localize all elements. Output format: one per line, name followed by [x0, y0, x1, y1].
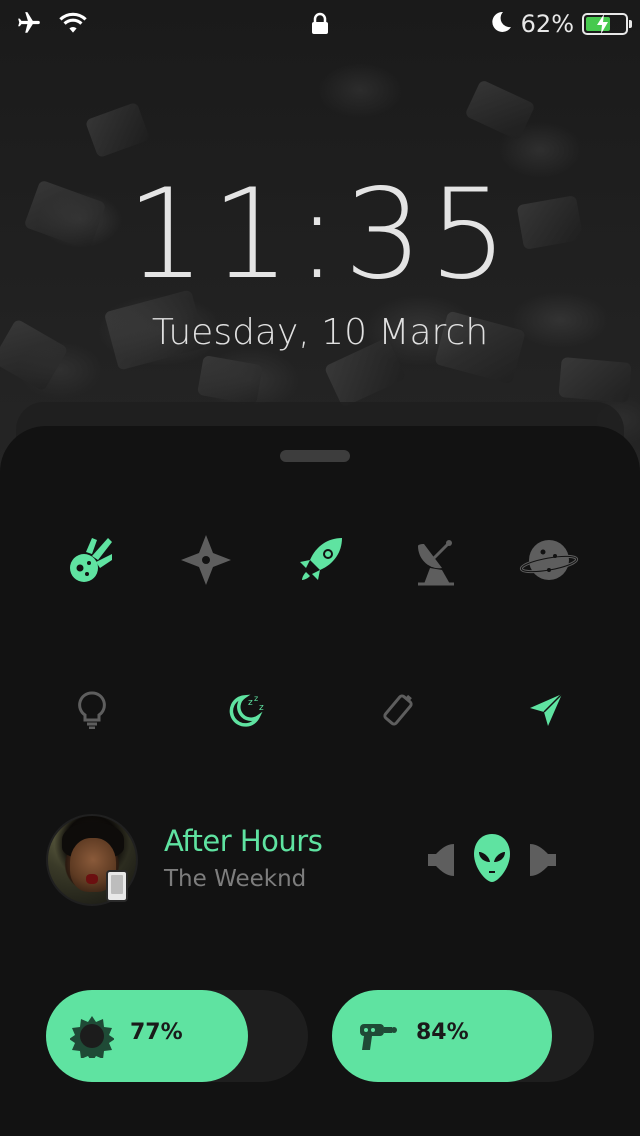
next-icon[interactable]	[528, 840, 560, 884]
previous-icon[interactable]	[424, 840, 456, 884]
battery-tilted-icon[interactable]	[376, 688, 420, 732]
satellite-dish-icon[interactable]	[406, 530, 466, 590]
rocket-icon[interactable]	[292, 530, 352, 590]
brightness-slider[interactable]: 77%	[46, 990, 308, 1082]
sleep-moon-icon[interactable]: z z z	[222, 688, 268, 732]
moon-icon	[489, 10, 513, 38]
ray-gun-icon	[356, 1020, 398, 1056]
svg-text:z: z	[248, 698, 253, 708]
lock-date: Tuesday, 10 March	[151, 312, 489, 353]
shuriken-icon[interactable]	[176, 530, 236, 590]
panel-grabber[interactable]	[280, 450, 350, 462]
airplane-icon	[14, 10, 44, 40]
sun-icon	[69, 1014, 115, 1062]
brightness-value: 77%	[130, 1020, 183, 1045]
lock-screen: 62% 11:35 Tuesday, 10 March z z z After …	[0, 0, 640, 1136]
location-arrow-icon[interactable]	[524, 688, 568, 732]
battery-percent: 62%	[520, 10, 574, 38]
alien-play-icon[interactable]	[472, 832, 512, 888]
svg-text:z: z	[259, 703, 264, 713]
lock-time: 11:35	[126, 163, 514, 307]
planet-icon[interactable]	[518, 530, 580, 590]
status-bar: 62%	[0, 0, 640, 48]
lightbulb-icon[interactable]	[72, 688, 112, 732]
phone-icon	[106, 870, 128, 902]
wifi-icon	[58, 11, 88, 39]
battery-icon	[582, 13, 632, 35]
song-title: After Hours	[164, 824, 323, 858]
volume-value: 84%	[416, 1020, 469, 1045]
lock-icon	[310, 12, 330, 40]
control-panel: z z z After Hours The Weeknd 77% 84%	[0, 426, 640, 1136]
song-artist: The Weeknd	[164, 866, 307, 892]
svg-text:z: z	[254, 694, 258, 703]
volume-slider[interactable]: 84%	[332, 990, 594, 1082]
meteor-icon[interactable]	[60, 530, 120, 590]
